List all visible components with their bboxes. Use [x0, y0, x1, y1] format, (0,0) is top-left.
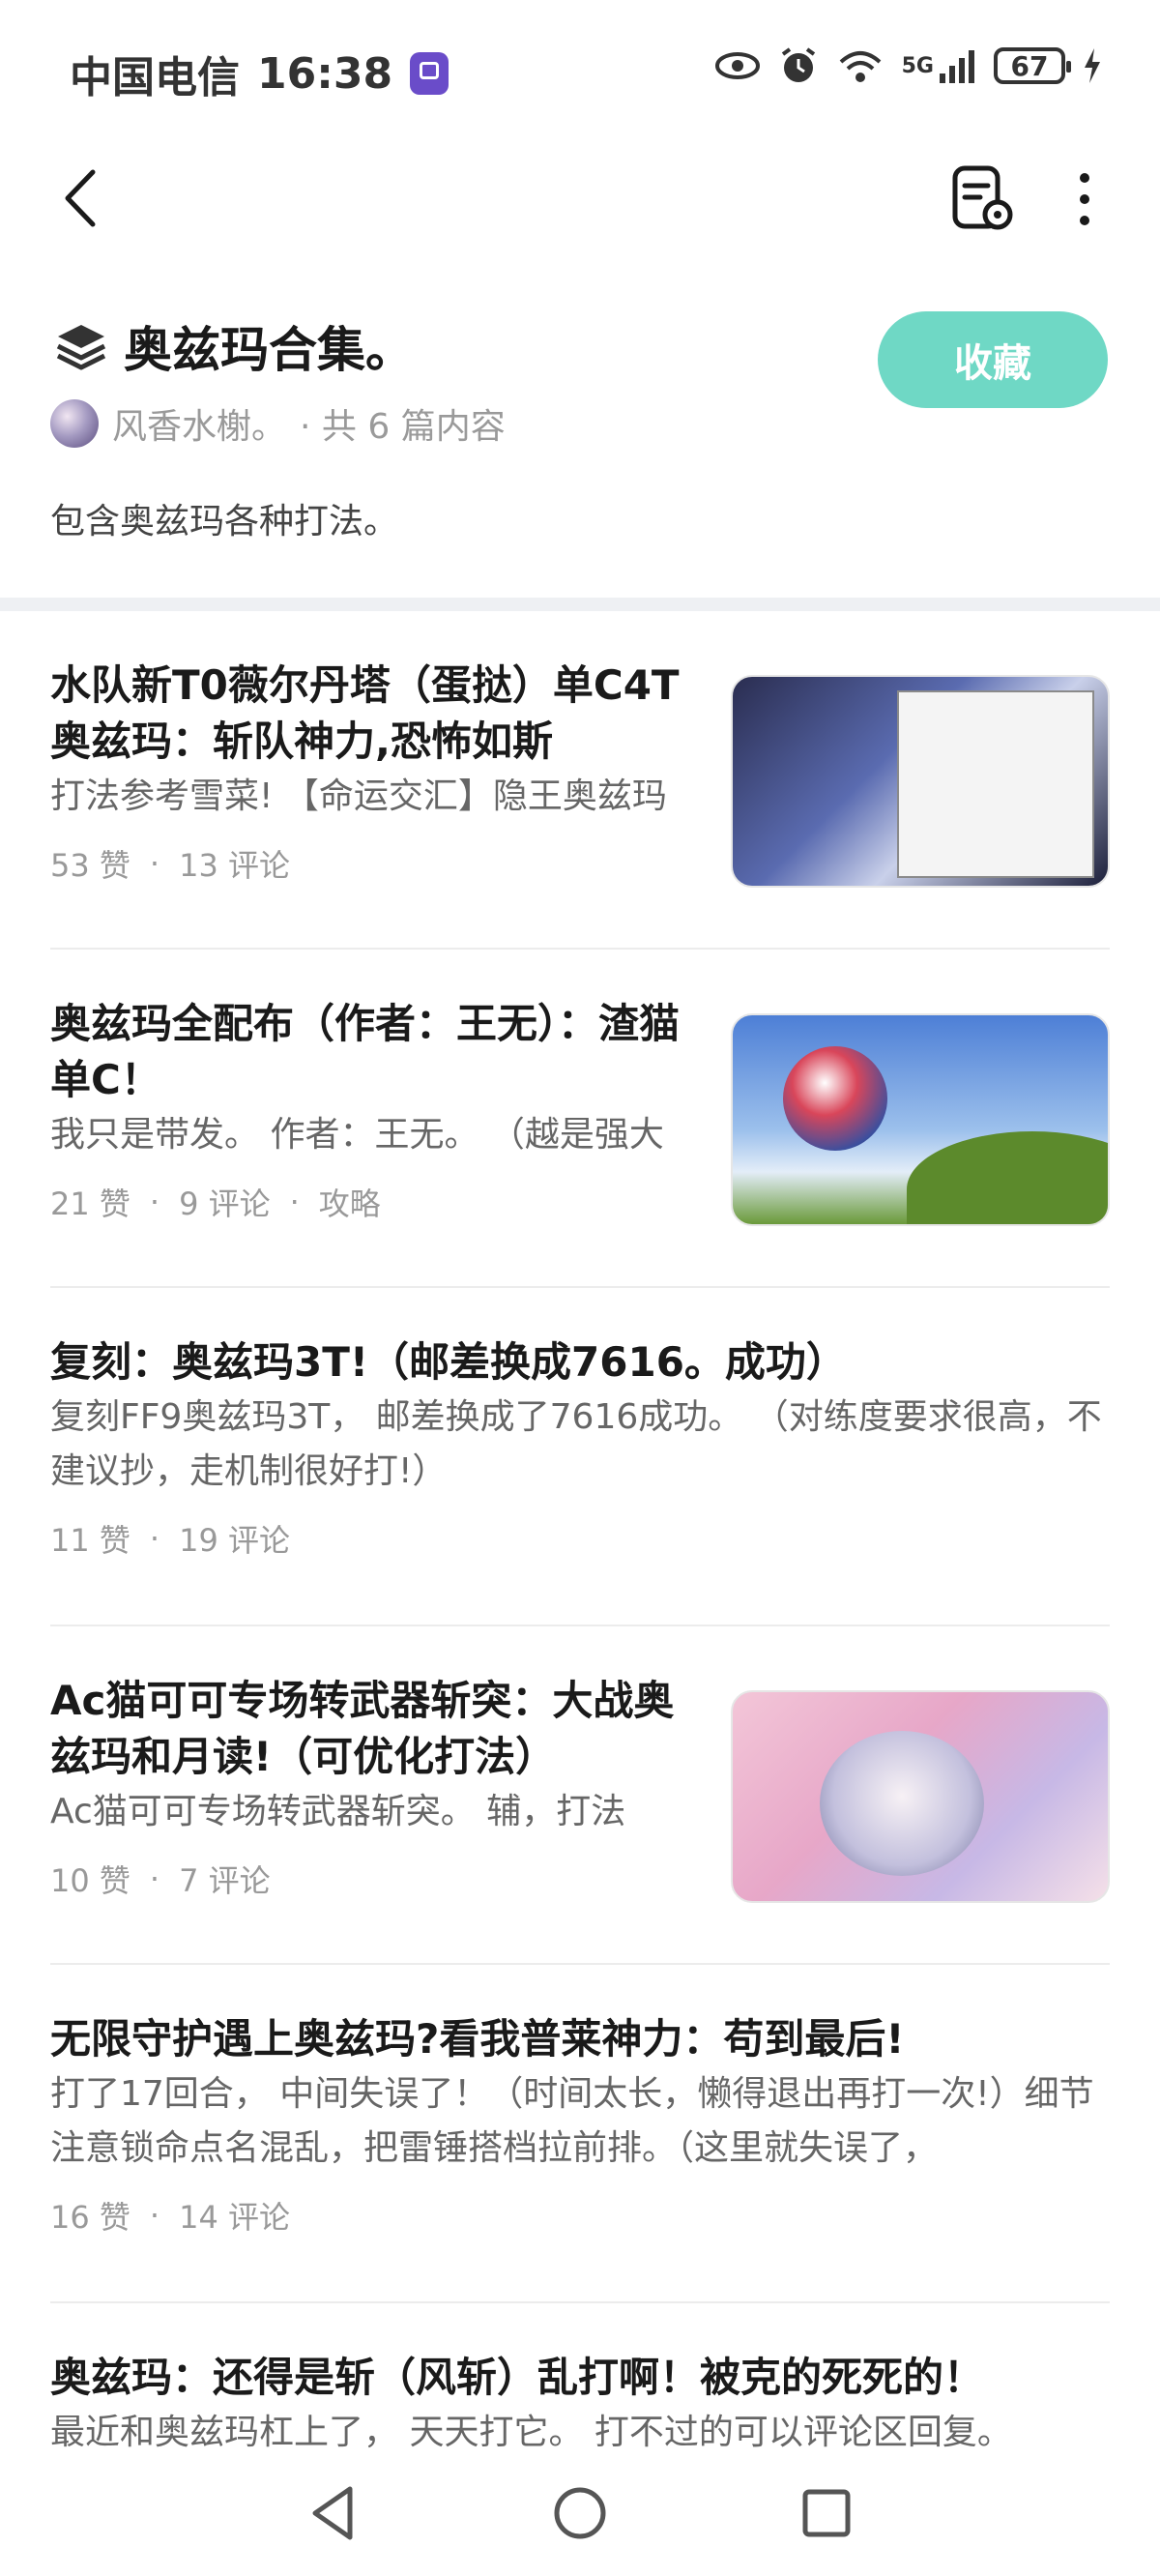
article-summary: 最近和奥兹玛杠上了， 天天打它。 打不过的可以评论区回复。	[50, 2413, 1012, 2452]
article-title: 无限守护遇上奥兹玛?看我普莱神力：苟到最后!	[50, 2015, 905, 2063]
list-item[interactable]: 奥兹玛全配布（作者：王无）：渣猫单C！ 我只是带发。 作者：王无。 （越是强大 …	[50, 996, 1110, 1257]
meta-dot: ·	[149, 1860, 160, 1897]
thumbnail-game-panel	[897, 690, 1094, 878]
article-meta: 21 赞 · 9 评论 · 攻略	[50, 1180, 688, 1224]
collection-title-row: 奥兹玛合集。	[54, 311, 414, 381]
article-title: 水队新T0薇尔丹塔（蛋挞）单C4T奥兹玛：斩队神力,恐怖如斯	[50, 661, 680, 765]
author-avatar[interactable]	[50, 399, 99, 448]
article-meta: 16 赞 · 14 评论	[50, 2193, 1110, 2238]
list-item[interactable]: 无限守护遇上奥兹玛?看我普莱神力：苟到最后! 打了17回合， 中间失误了！（时间…	[50, 2011, 1110, 2263]
clock: 16:38	[257, 48, 393, 99]
more-options-button[interactable]	[1063, 164, 1106, 234]
layers-icon	[56, 325, 106, 370]
meta-dot: ·	[149, 845, 160, 882]
status-right: 5G 67	[714, 46, 1102, 85]
comment-count: 9 评论	[179, 1186, 271, 1222]
article-thumbnail	[731, 1013, 1110, 1226]
collection-title: 奥兹玛合集。	[124, 322, 414, 378]
row-divider	[50, 1963, 1110, 1965]
like-count: 11 赞	[50, 1522, 130, 1559]
carrier-label: 中国电信	[70, 53, 240, 102]
charging-icon	[1083, 46, 1102, 85]
comment-count: 14 评论	[179, 2199, 290, 2236]
list-item[interactable]: 水队新T0薇尔丹塔（蛋挞）单C4T奥兹玛：斩队神力,恐怖如斯 打法参考雪菜! 【…	[50, 658, 1110, 919]
triangle-back-icon	[312, 2486, 353, 2540]
article-summary: Ac猫可可专场转武器斩突。 辅，打法	[50, 1792, 626, 1831]
meta-dot: ·	[289, 1184, 300, 1220]
document-settings-icon	[952, 165, 1013, 230]
article-tag: 攻略	[318, 1186, 381, 1222]
square-recents-icon	[802, 2489, 851, 2537]
article-meta: 53 赞 · 13 评论	[50, 841, 688, 886]
article-summary: 复刻FF9奥兹玛3T， 邮差换成了7616成功。 （对练度要求很高，不建议抄，走…	[50, 1397, 1102, 1491]
article-title: 奥兹玛：还得是斩（风斩）乱打啊！被克的死死的！	[50, 2354, 985, 2401]
row-divider	[50, 2301, 1110, 2303]
comment-count: 19 评论	[179, 1522, 290, 1559]
row-divider	[50, 948, 1110, 950]
favorite-button[interactable]: 收藏	[878, 311, 1108, 408]
status-bar: 中国电信 16:38 5G 67	[0, 0, 1160, 135]
list-item[interactable]: 复刻：奥兹玛3T!（邮差换成7616。成功） 复刻FF9奥兹玛3T， 邮差换成了…	[50, 1334, 1110, 1586]
alarm-icon	[778, 46, 819, 85]
more-vertical-icon	[1080, 173, 1089, 225]
article-title: Ac猫可可专场转武器斩突：大战奥兹玛和月读!（可优化打法）	[50, 1677, 675, 1780]
nav-home-button[interactable]	[546, 2479, 614, 2547]
row-divider	[50, 1625, 1110, 1626]
author-name[interactable]: 风香水榭。	[112, 398, 286, 449]
nav-recents-button[interactable]	[793, 2479, 860, 2547]
meta-dot: ·	[149, 1184, 160, 1220]
system-nav-bar	[0, 2456, 1160, 2576]
meta-dot: ·	[149, 1520, 160, 1557]
article-count: · 共 6 篇内容	[300, 407, 506, 447]
like-count: 10 赞	[50, 1862, 130, 1899]
circle-home-icon	[554, 2487, 606, 2539]
collection-header: 奥兹玛合集。 收藏 风香水榭。 · 共 6 篇内容 包含奥兹玛各种打法。	[0, 290, 1160, 590]
battery-indicator: 67	[994, 47, 1071, 84]
article-text: 水队新T0薇尔丹塔（蛋挞）单C4T奥兹玛：斩队神力,恐怖如斯 打法参考雪菜! 【…	[50, 658, 688, 886]
wifi-icon	[836, 46, 884, 85]
article-text: 奥兹玛全配布（作者：王无）：渣猫单C！ 我只是带发。 作者：王无。 （越是强大 …	[50, 996, 688, 1224]
app-notification-icon	[410, 52, 450, 95]
back-button[interactable]	[50, 164, 118, 232]
article-summary: 打法参考雪菜! 【命运交汇】隐王奥兹玛	[50, 776, 667, 816]
article-summary: 打了17回合， 中间失误了！（时间太长，懒得退出再打一次!）细节注意锁命点名混乱…	[50, 2074, 1094, 2168]
thumbnail-island	[907, 1131, 1108, 1224]
collection-description: 包含奥兹玛各种打法。	[50, 502, 399, 542]
article-summary: 我只是带发。 作者：王无。 （越是强大	[50, 1115, 664, 1155]
list-item[interactable]: 奥兹玛：还得是斩（风斩）乱打啊！被克的死死的！ 最近和奥兹玛杠上了， 天天打它。…	[50, 2350, 1110, 2456]
article-thumbnail	[731, 1690, 1110, 1903]
like-count: 53 赞	[50, 847, 130, 884]
top-toolbar	[0, 145, 1160, 251]
section-divider	[0, 598, 1160, 611]
article-thumbnail	[731, 675, 1110, 888]
comment-count: 7 评论	[179, 1862, 271, 1899]
thumbnail-character	[820, 1731, 984, 1876]
eye-icon	[714, 46, 761, 85]
thumbnail-sphere	[783, 1046, 887, 1151]
row-divider	[50, 1286, 1110, 1288]
collection-manage-button[interactable]	[947, 164, 1017, 234]
network-type-label: 5G	[901, 53, 934, 78]
meta-dot: ·	[149, 2197, 160, 2234]
signal-icon: 5G	[902, 46, 976, 85]
like-count: 16 赞	[50, 2199, 130, 2236]
article-meta: 10 赞 · 7 评论	[50, 1857, 688, 1901]
nav-back-button[interactable]	[300, 2479, 367, 2547]
author-row: 风香水榭。 · 共 6 篇内容	[50, 398, 506, 449]
list-item[interactable]: Ac猫可可专场转武器斩突：大战奥兹玛和月读!（可优化打法） Ac猫可可专场转武器…	[50, 1673, 1110, 1934]
article-meta: 11 赞 · 19 评论	[50, 1516, 1110, 1561]
status-left: 中国电信 16:38	[70, 43, 450, 104]
chevron-left-icon	[65, 169, 96, 227]
article-title: 奥兹玛全配布（作者：王无）：渣猫单C！	[50, 1000, 681, 1103]
comment-count: 13 评论	[179, 847, 290, 884]
article-title: 复刻：奥兹玛3T!（邮差换成7616。成功）	[50, 1338, 847, 1386]
like-count: 21 赞	[50, 1186, 130, 1222]
article-text: Ac猫可可专场转武器斩突：大战奥兹玛和月读!（可优化打法） Ac猫可可专场转武器…	[50, 1673, 688, 1901]
